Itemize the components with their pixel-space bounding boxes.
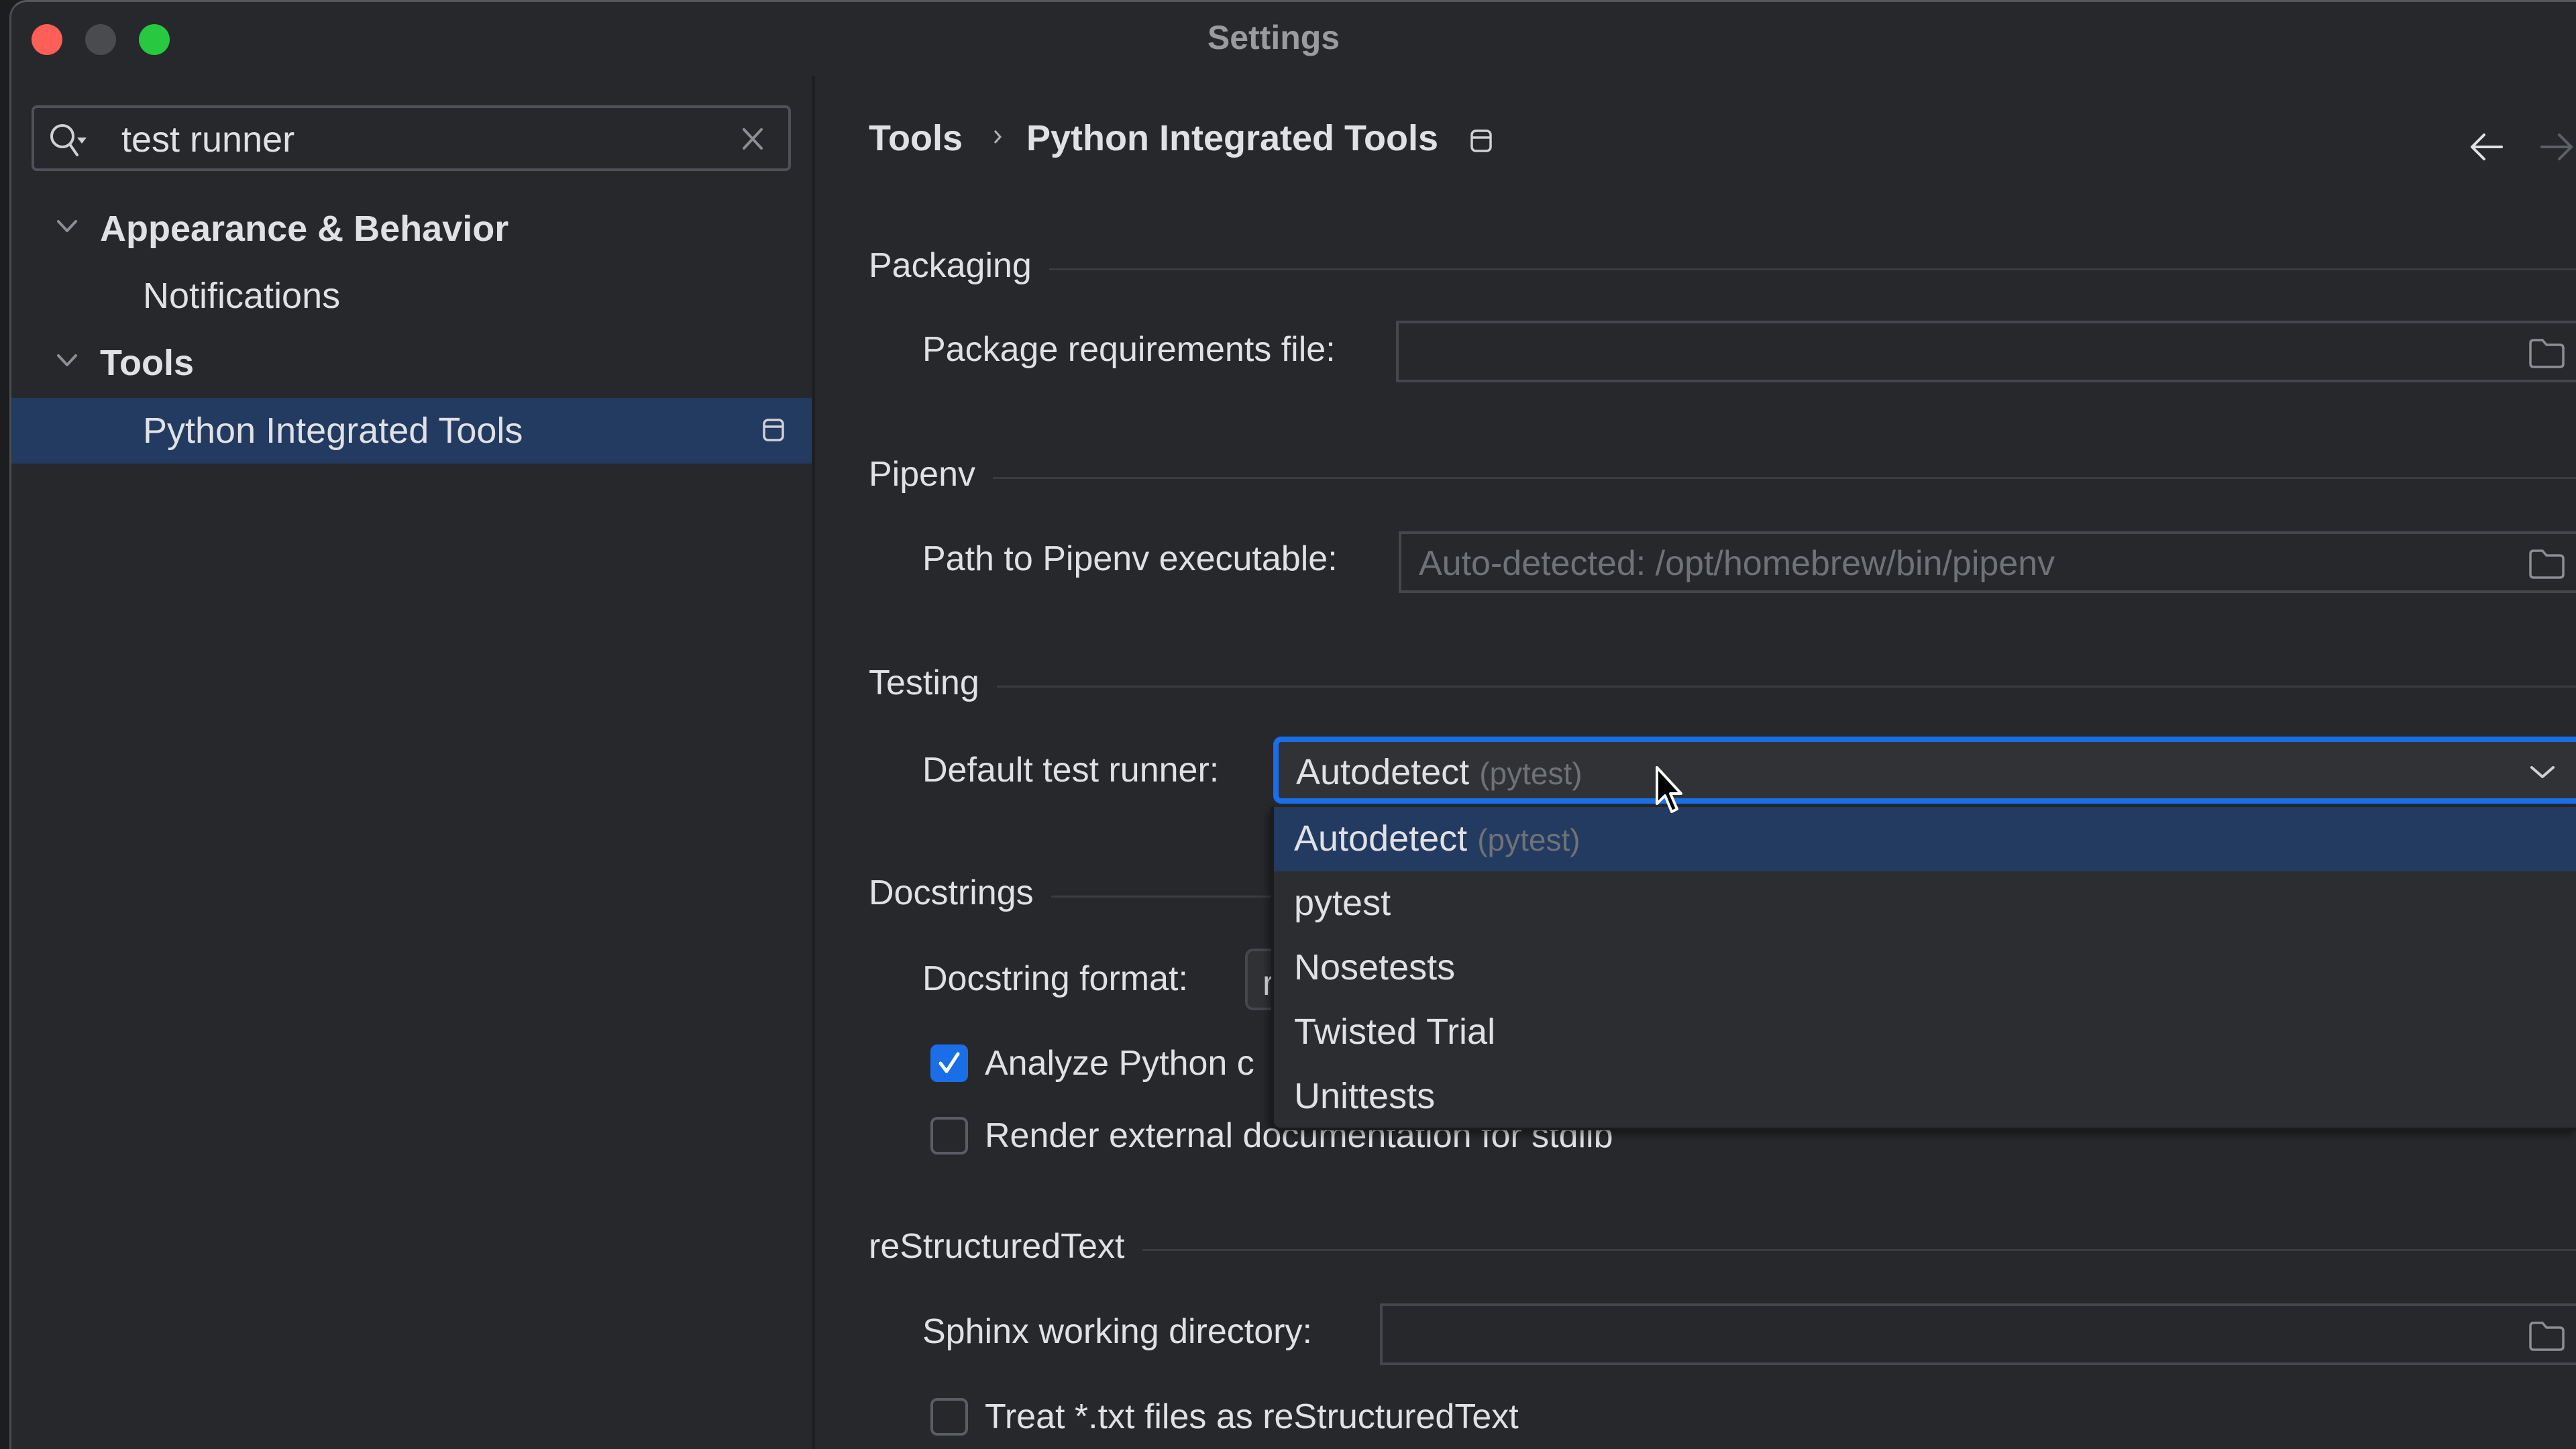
section-title: reStructuredText [869, 1226, 1142, 1267]
treat-txt-as-rst-checkbox[interactable] [930, 1398, 968, 1436]
breadcrumb-separator-icon [994, 130, 1002, 144]
section-divider [869, 686, 2576, 688]
dropdown-selected-value: Autodetect [1296, 752, 1470, 792]
tree-item-label: Notifications [143, 276, 341, 316]
search-input[interactable]: test runner [121, 119, 294, 160]
render-external-docs-checkbox[interactable] [930, 1117, 968, 1155]
project-level-settings-icon [763, 419, 784, 441]
pipenv-path-label: Path to Pipenv executable: [922, 539, 1338, 578]
checkmark-icon [938, 1052, 960, 1073]
option-hint: (pytest) [1477, 822, 1580, 857]
tree-item-python-integrated-tools[interactable]: Python Integrated Tools [11, 398, 812, 464]
chevron-down-icon[interactable] [56, 352, 78, 369]
breadcrumb-parent[interactable]: Tools [869, 117, 963, 159]
tree-item-label: Python Integrated Tools [143, 411, 523, 451]
forward-arrow-icon[interactable] [2538, 131, 2576, 163]
settings-window: Settings test runner Appearance & Behavi… [9, 0, 2576, 1449]
settings-sidebar: test runner Appearance & Behavior Notifi… [11, 76, 815, 1449]
chevron-down-icon[interactable] [2529, 765, 2556, 780]
default-test-runner-label: Default test runner: [922, 751, 1220, 790]
section-title: Pipenv [869, 454, 993, 494]
test-runner-options-popup: Autodetect (pytest) pytest Nosetests Twi… [1271, 807, 2576, 1130]
analyze-python-code-label: Analyze Python c [985, 1044, 1254, 1083]
option-label: pytest [1294, 883, 1391, 923]
test-runner-option-autodetect[interactable]: Autodetect (pytest) [1274, 807, 2576, 871]
browse-folder-icon[interactable] [2526, 1320, 2567, 1353]
option-label: Unittests [1294, 1076, 1436, 1116]
section-title: Docstrings [869, 873, 1051, 913]
breadcrumb-current: Python Integrated Tools [1026, 118, 1439, 158]
mouse-cursor-icon [1656, 766, 1682, 813]
settings-content: Tools Python Integrated Tools Packaging … [815, 76, 2576, 1449]
section-pipenv: Pipenv [869, 454, 2576, 501]
package-requirements-label: Package requirements file: [922, 330, 1336, 369]
section-title: Packaging [869, 246, 1049, 286]
project-level-settings-icon [1470, 129, 1492, 152]
tree-item-label: Appearance & Behavior [100, 209, 509, 249]
test-runner-option-nosetests[interactable]: Nosetests [1274, 936, 2576, 1000]
section-packaging: Packaging [869, 246, 2576, 292]
section-divider [869, 268, 2576, 270]
test-runner-option-twisted-trial[interactable]: Twisted Trial [1274, 1000, 2576, 1065]
section-testing: Testing [869, 663, 2576, 710]
tree-item-tools[interactable]: Tools [11, 330, 812, 396]
browse-folder-icon[interactable] [2526, 547, 2567, 581]
title-bar: Settings [11, 2, 2576, 76]
tree-item-notifications[interactable]: Notifications [11, 263, 812, 329]
section-restructuredtext: reStructuredText [869, 1226, 2576, 1273]
browse-folder-icon[interactable] [2526, 337, 2567, 370]
package-requirements-field[interactable] [1396, 321, 2576, 382]
default-test-runner-dropdown[interactable]: Autodetect (pytest) [1273, 737, 2576, 804]
section-divider [869, 477, 2576, 479]
settings-search-field[interactable]: test runner [32, 105, 791, 171]
pipenv-path-field[interactable]: Auto-detected: /opt/homebrew/bin/pipenv [1399, 531, 2576, 593]
docstring-format-label: Docstring format: [922, 959, 1188, 998]
window-title: Settings [1207, 19, 1340, 56]
dropdown-selected-hint: (pytest) [1479, 756, 1582, 791]
pipenv-path-input[interactable]: Auto-detected: /opt/homebrew/bin/pipenv [1419, 543, 2055, 584]
tree-item-label: Tools [100, 343, 194, 383]
clear-search-icon[interactable] [736, 120, 769, 158]
section-title: Testing [869, 663, 997, 703]
sphinx-working-directory-field[interactable] [1380, 1303, 2576, 1365]
analyze-python-code-checkbox[interactable] [930, 1044, 968, 1082]
test-runner-option-pytest[interactable]: pytest [1274, 871, 2576, 936]
option-label: Autodetect [1294, 818, 1468, 859]
back-arrow-icon[interactable] [2467, 131, 2506, 163]
chevron-down-icon[interactable] [56, 217, 78, 235]
test-runner-option-unittests[interactable]: Unittests [1274, 1065, 2576, 1129]
sphinx-working-directory-label: Sphinx working directory: [922, 1312, 1312, 1351]
search-icon [50, 124, 87, 156]
option-label: Nosetests [1294, 947, 1456, 987]
option-label: Twisted Trial [1294, 1012, 1496, 1052]
treat-txt-as-rst-label: Treat *.txt files as reStructuredText [985, 1397, 1519, 1436]
tree-item-appearance-behavior[interactable]: Appearance & Behavior [11, 196, 812, 262]
